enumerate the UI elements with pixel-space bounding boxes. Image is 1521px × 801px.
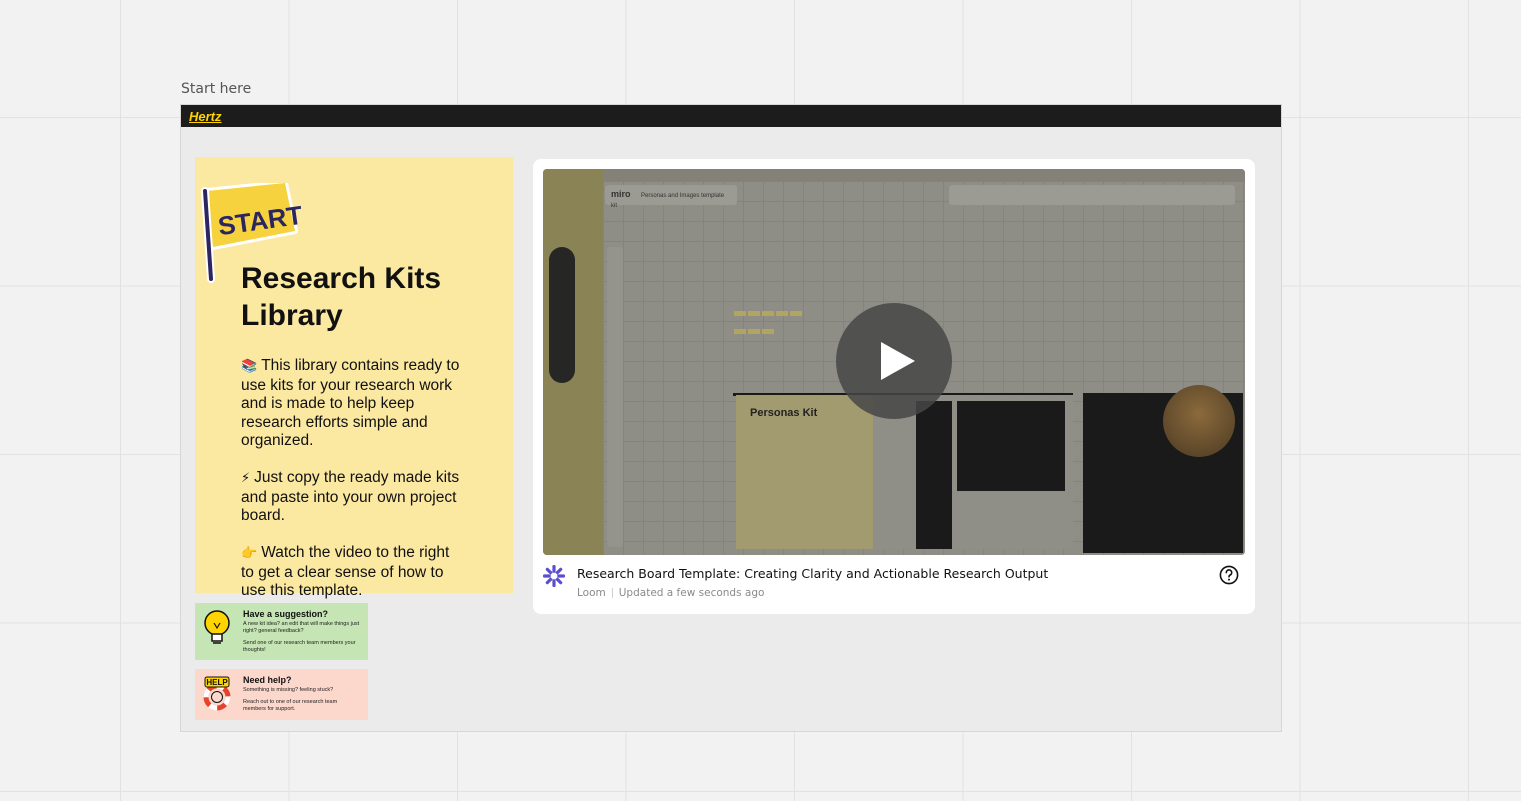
intro-paragraph: ⚡ Just copy the ready made kits and paste… bbox=[241, 469, 460, 524]
intro-card[interactable]: START Research Kits Library 📚 This librar… bbox=[195, 157, 513, 599]
brand-logo: Hertz bbox=[189, 108, 222, 124]
page-title: Research Kits Library bbox=[241, 261, 501, 334]
video-updated: Updated a few seconds ago bbox=[618, 587, 765, 599]
intro-paragraph: 👉 Watch the video to the right to get a c… bbox=[241, 544, 450, 599]
help-cta: Reach out to one of our research team me… bbox=[243, 699, 338, 712]
lightbulb-icon bbox=[204, 610, 230, 644]
intro-paragraph: 📚 This library contains ready to use kits… bbox=[241, 357, 460, 449]
play-icon bbox=[881, 342, 915, 380]
title-line-2: Library bbox=[241, 298, 343, 332]
suggestion-text: A new kit idea? an edit that will make t… bbox=[243, 621, 360, 634]
frame-header-bar: Hertz bbox=[181, 105, 1281, 127]
help-title: Need help? bbox=[243, 675, 292, 685]
help-sticky-note[interactable]: HELP Need help? Something is missing? fe… bbox=[195, 669, 368, 720]
video-title[interactable]: Research Board Template: Creating Clarit… bbox=[577, 566, 1048, 581]
video-player[interactable]: miro Personas and Images template kit Pe… bbox=[543, 169, 1245, 555]
video-meta: Research Board Template: Creating Clarit… bbox=[543, 563, 1245, 607]
books-icon: 📚 bbox=[241, 359, 258, 374]
svg-text:HELP: HELP bbox=[206, 678, 228, 687]
suggestion-cta: Send one of our research team members yo… bbox=[243, 640, 356, 653]
loom-logo-icon bbox=[543, 565, 565, 587]
play-button[interactable] bbox=[836, 303, 952, 419]
suggestion-title: Have a suggestion? bbox=[243, 609, 329, 619]
video-embed-card[interactable]: miro Personas and Images template kit Pe… bbox=[533, 159, 1255, 614]
intro-description: 📚 This library contains ready to use kits… bbox=[241, 357, 463, 619]
pointing-hand-icon: 👉 bbox=[241, 546, 258, 561]
help-text: Something is missing? feeling stuck? bbox=[243, 687, 334, 693]
help-lifebuoy-icon: HELP bbox=[203, 676, 231, 711]
title-line-1: Research Kits bbox=[241, 262, 442, 295]
video-source: Loom bbox=[577, 587, 606, 599]
suggestion-sticky-note[interactable]: Have a suggestion? A new kit idea? an ed… bbox=[195, 603, 368, 660]
help-circle-icon[interactable] bbox=[1219, 565, 1239, 585]
frame-label[interactable]: Start here bbox=[181, 81, 251, 97]
video-subtitle: Loom Updated a few seconds ago bbox=[577, 587, 764, 599]
presenter-avatar bbox=[1163, 385, 1235, 457]
lightning-icon: ⚡ bbox=[241, 471, 251, 486]
start-here-frame[interactable]: Hertz START Research Kits Library 📚 This … bbox=[180, 104, 1282, 732]
video-preview-appbar: miro Personas and Images template kit bbox=[605, 185, 737, 209]
